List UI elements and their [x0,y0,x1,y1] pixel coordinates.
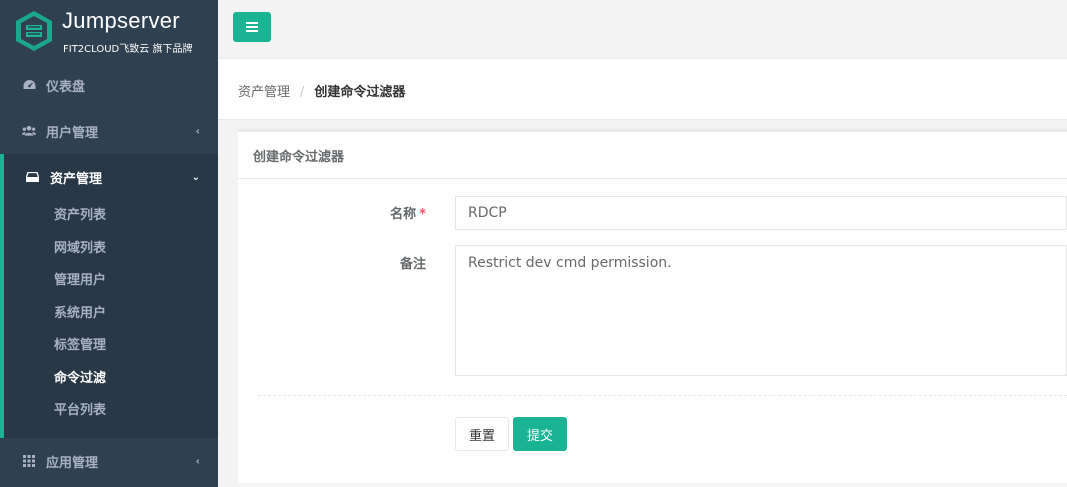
top-navbar [218,0,1067,59]
breadcrumb-current: 创建命令过滤器 [314,85,406,100]
grid-icon [22,454,36,468]
chevron-down-icon: ⌄ [191,171,200,183]
sidebar-item-dashboard[interactable]: 仪表盘 [0,62,218,108]
sidebar-item-label: 用户管理 [46,125,99,141]
sidebar-item-applications[interactable]: 应用管理 ‹ [0,438,218,484]
sidebar-subitem[interactable]: 网域列表 [4,233,218,266]
breadcrumb-separator: / [300,85,305,100]
inbox-icon [26,170,40,184]
submit-button[interactable]: 提交 [513,417,567,451]
breadcrumb: 资产管理 / 创建命令过滤器 [238,81,405,100]
form-divider [258,395,1067,396]
name-field-value: RDCP [468,205,507,221]
sidebar-subitem-active[interactable]: 命令过滤 [4,363,218,396]
required-marker: * [419,207,426,222]
jumpserver-logo-icon [16,11,52,51]
reset-button[interactable]: 重置 [455,417,509,451]
breadcrumb-parent[interactable]: 资产管理 [238,85,290,100]
brand[interactable]: Jumpserver FIT2CLOUD飞致云 旗下品牌 [0,0,218,62]
sidebar-item-label: 资产管理 [50,171,103,187]
name-label-text: 名称 [390,207,417,222]
panel-title: 创建命令过滤器 [238,132,1067,179]
sidebar-item-users[interactable]: 用户管理 ‹ [0,108,218,154]
page-heading: 资产管理 / 创建命令过滤器 [218,59,1067,120]
chevron-left-icon: ‹ [195,454,200,468]
sidebar-item-assets: 资产管理 ⌄ 资产列表 网域列表 管理用户 系统用户 标签管理 命令过滤 平台列… [0,154,218,438]
sidebar-item-assets-header[interactable]: 资产管理 ⌄ [4,154,218,200]
sidebar-submenu: 资产列表 网域列表 管理用户 系统用户 标签管理 命令过滤 平台列表 [4,200,218,428]
chevron-left-icon: ‹ [195,124,200,138]
comment-textarea[interactable]: Restrict dev cmd permission. [455,245,1067,376]
name-field[interactable]: RDCP [455,196,1067,230]
sidebar-item-label: 仪表盘 [46,79,86,95]
users-icon [22,124,36,138]
sidebar: Jumpserver FIT2CLOUD飞致云 旗下品牌 仪表盘 用户管理 ‹ … [0,0,218,487]
sidebar-subitem[interactable]: 标签管理 [4,330,218,363]
comment-label: 备注 [399,257,426,272]
sidebar-subitem[interactable]: 资产列表 [4,200,218,233]
form-panel: 创建命令过滤器 名称 * RDCP 备注 Restrict dev cmd per… [238,129,1067,483]
sidebar-subitem[interactable]: 平台列表 [4,395,218,428]
sidebar-item-label: 应用管理 [46,455,99,471]
hamburger-icon [246,22,258,32]
sidebar-subitem[interactable]: 系统用户 [4,298,218,331]
comment-textarea-value: Restrict dev cmd permission. [468,255,672,271]
sidebar-subitem[interactable]: 管理用户 [4,265,218,298]
dashboard-icon [22,78,36,92]
brand-subtitle: FIT2CLOUD飞致云 旗下品牌 [63,44,193,55]
name-label: 名称 * [378,203,426,222]
menu-toggle-button[interactable] [233,12,271,42]
brand-title: Jumpserver [62,8,180,33]
